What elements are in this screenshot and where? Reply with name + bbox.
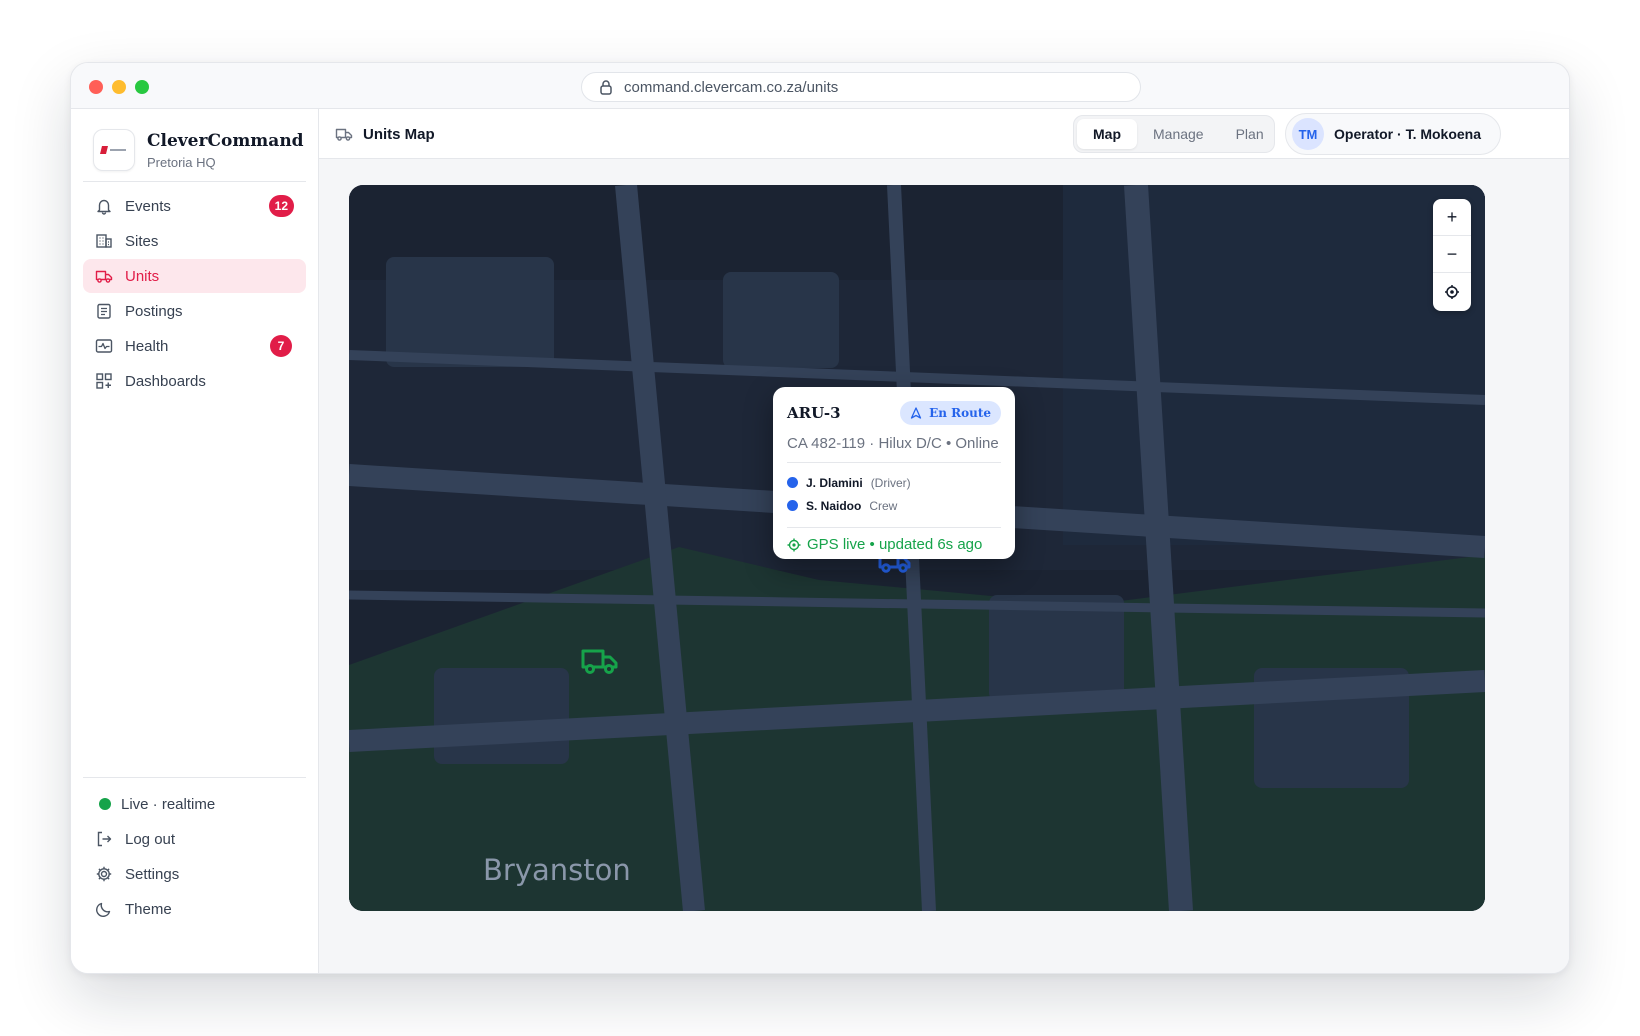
crew-member: S. Naidoo Crew <box>787 494 1001 517</box>
crew-role: Crew <box>869 498 898 513</box>
theme-label: Theme <box>125 900 172 918</box>
logout-label: Log out <box>125 830 176 848</box>
sidebar: CleverCommand Pretoria HQ Events 12 Site… <box>71 109 319 973</box>
view-switcher: Map Manage Plan <box>1073 115 1275 153</box>
sidebar-item-dashboards[interactable]: Dashboards <box>83 364 306 398</box>
units-map[interactable]: Bryanston + − ARU-3 En Route CA 482-119 … <box>349 185 1485 911</box>
sidebar-item-label: Dashboards <box>125 372 206 390</box>
settings-label: Settings <box>125 865 180 883</box>
bell-icon <box>97 199 111 215</box>
user-name: Operator · T. Mokoena <box>1334 126 1482 142</box>
crew-dot <box>787 500 798 511</box>
gps-status-text: GPS live • updated 6s ago <box>807 536 983 553</box>
map-area-label: Bryanston <box>483 853 631 887</box>
sidebar-divider <box>83 181 306 182</box>
gps-status: GPS live • updated 6s ago <box>787 536 1001 553</box>
status-badge: En Route <box>900 401 1001 425</box>
minimize-window-button[interactable] <box>112 80 126 94</box>
truck-icon <box>335 128 353 141</box>
clipboard-icon <box>97 303 111 319</box>
truck-icon <box>95 270 113 283</box>
browser-window: command.clevercam.co.za/units CleverComm… <box>70 62 1570 974</box>
settings-button[interactable]: Settings <box>83 857 306 891</box>
zoom-out-button[interactable]: − <box>1433 236 1471 273</box>
logout-button[interactable]: Log out <box>83 822 306 856</box>
popup-vehicle-details: CA 482-119 · Hilux D/C • Online <box>787 435 999 452</box>
dashboard-grid-icon <box>96 373 112 389</box>
sidebar-nav: Events 12 Sites Units Postings Health 7 <box>83 189 306 399</box>
browser-titlebar: command.clevercam.co.za/units <box>71 63 1569 109</box>
zoom-in-button[interactable]: + <box>1433 199 1471 236</box>
sidebar-item-label: Sites <box>125 232 159 250</box>
unit-marker-available[interactable] <box>580 646 620 678</box>
address-bar[interactable]: command.clevercam.co.za/units <box>581 72 1141 102</box>
activity-icon <box>95 339 113 353</box>
page-title-text: Units Map <box>363 125 435 143</box>
building-icon <box>96 234 112 248</box>
main-content: Units Map Map Manage Plan TM Operator · … <box>319 109 1569 973</box>
sidebar-item-postings[interactable]: Postings <box>83 294 306 328</box>
status-badge-label: En Route <box>929 406 991 420</box>
navigation-icon <box>910 407 922 419</box>
sidebar-item-sites[interactable]: Sites <box>83 224 306 258</box>
crew-role: (Driver) <box>870 475 911 490</box>
tab-plan[interactable]: Plan <box>1220 119 1280 149</box>
tab-manage[interactable]: Manage <box>1137 119 1220 149</box>
sidebar-item-label: Health <box>125 337 169 355</box>
sidebar-item-events[interactable]: Events 12 <box>83 189 306 223</box>
crosshair-icon <box>1445 284 1459 299</box>
brand-logo <box>93 129 135 171</box>
crew-name: S. Naidoo <box>806 498 862 513</box>
crew-name: J. Dlamini <box>806 475 863 490</box>
events-count-badge: 12 <box>268 195 294 217</box>
brand-subtitle: Pretoria HQ <box>147 154 216 170</box>
gps-icon <box>787 538 801 551</box>
theme-button[interactable]: Theme <box>83 892 306 926</box>
close-window-button[interactable] <box>89 80 103 94</box>
sidebar-divider <box>83 777 306 778</box>
health-count-badge: 7 <box>270 335 292 357</box>
map-controls: + − <box>1433 199 1471 311</box>
moon-icon <box>96 902 111 917</box>
logout-icon <box>97 831 112 847</box>
user-menu[interactable]: TM Operator · T. Mokoena <box>1285 113 1501 155</box>
brand[interactable]: CleverCommand Pretoria HQ <box>93 129 304 171</box>
brand-name: CleverCommand <box>147 130 304 151</box>
popup-divider <box>787 527 1001 528</box>
page-title: Units Map <box>335 125 435 143</box>
crew-dot <box>787 477 798 488</box>
sidebar-item-units[interactable]: Units <box>83 259 306 293</box>
maximize-window-button[interactable] <box>135 80 149 94</box>
url-text: command.clevercam.co.za/units <box>624 78 839 96</box>
live-status-label: Live · realtime <box>121 795 216 813</box>
unit-popup: ARU-3 En Route CA 482-119 · Hilux D/C • … <box>773 387 1015 559</box>
sidebar-item-label: Units <box>125 267 160 285</box>
lock-icon <box>600 80 612 95</box>
locate-button[interactable] <box>1433 273 1471 310</box>
crew-member: J. Dlamini (Driver) <box>787 471 1001 494</box>
gear-icon <box>96 866 112 882</box>
popup-divider <box>787 462 1001 463</box>
live-status: Live · realtime <box>83 787 306 821</box>
top-bar: Units Map Map Manage Plan TM Operator · … <box>319 109 1569 159</box>
sidebar-item-label: Events <box>125 197 171 215</box>
live-status-dot <box>99 798 111 810</box>
sidebar-item-label: Postings <box>125 302 183 320</box>
popup-unit-id: ARU-3 <box>787 404 841 422</box>
avatar: TM <box>1292 118 1324 150</box>
sidebar-item-health[interactable]: Health 7 <box>83 329 306 363</box>
tab-map[interactable]: Map <box>1077 119 1137 149</box>
sidebar-bottom: Live · realtime Log out Settings Theme <box>83 787 306 927</box>
